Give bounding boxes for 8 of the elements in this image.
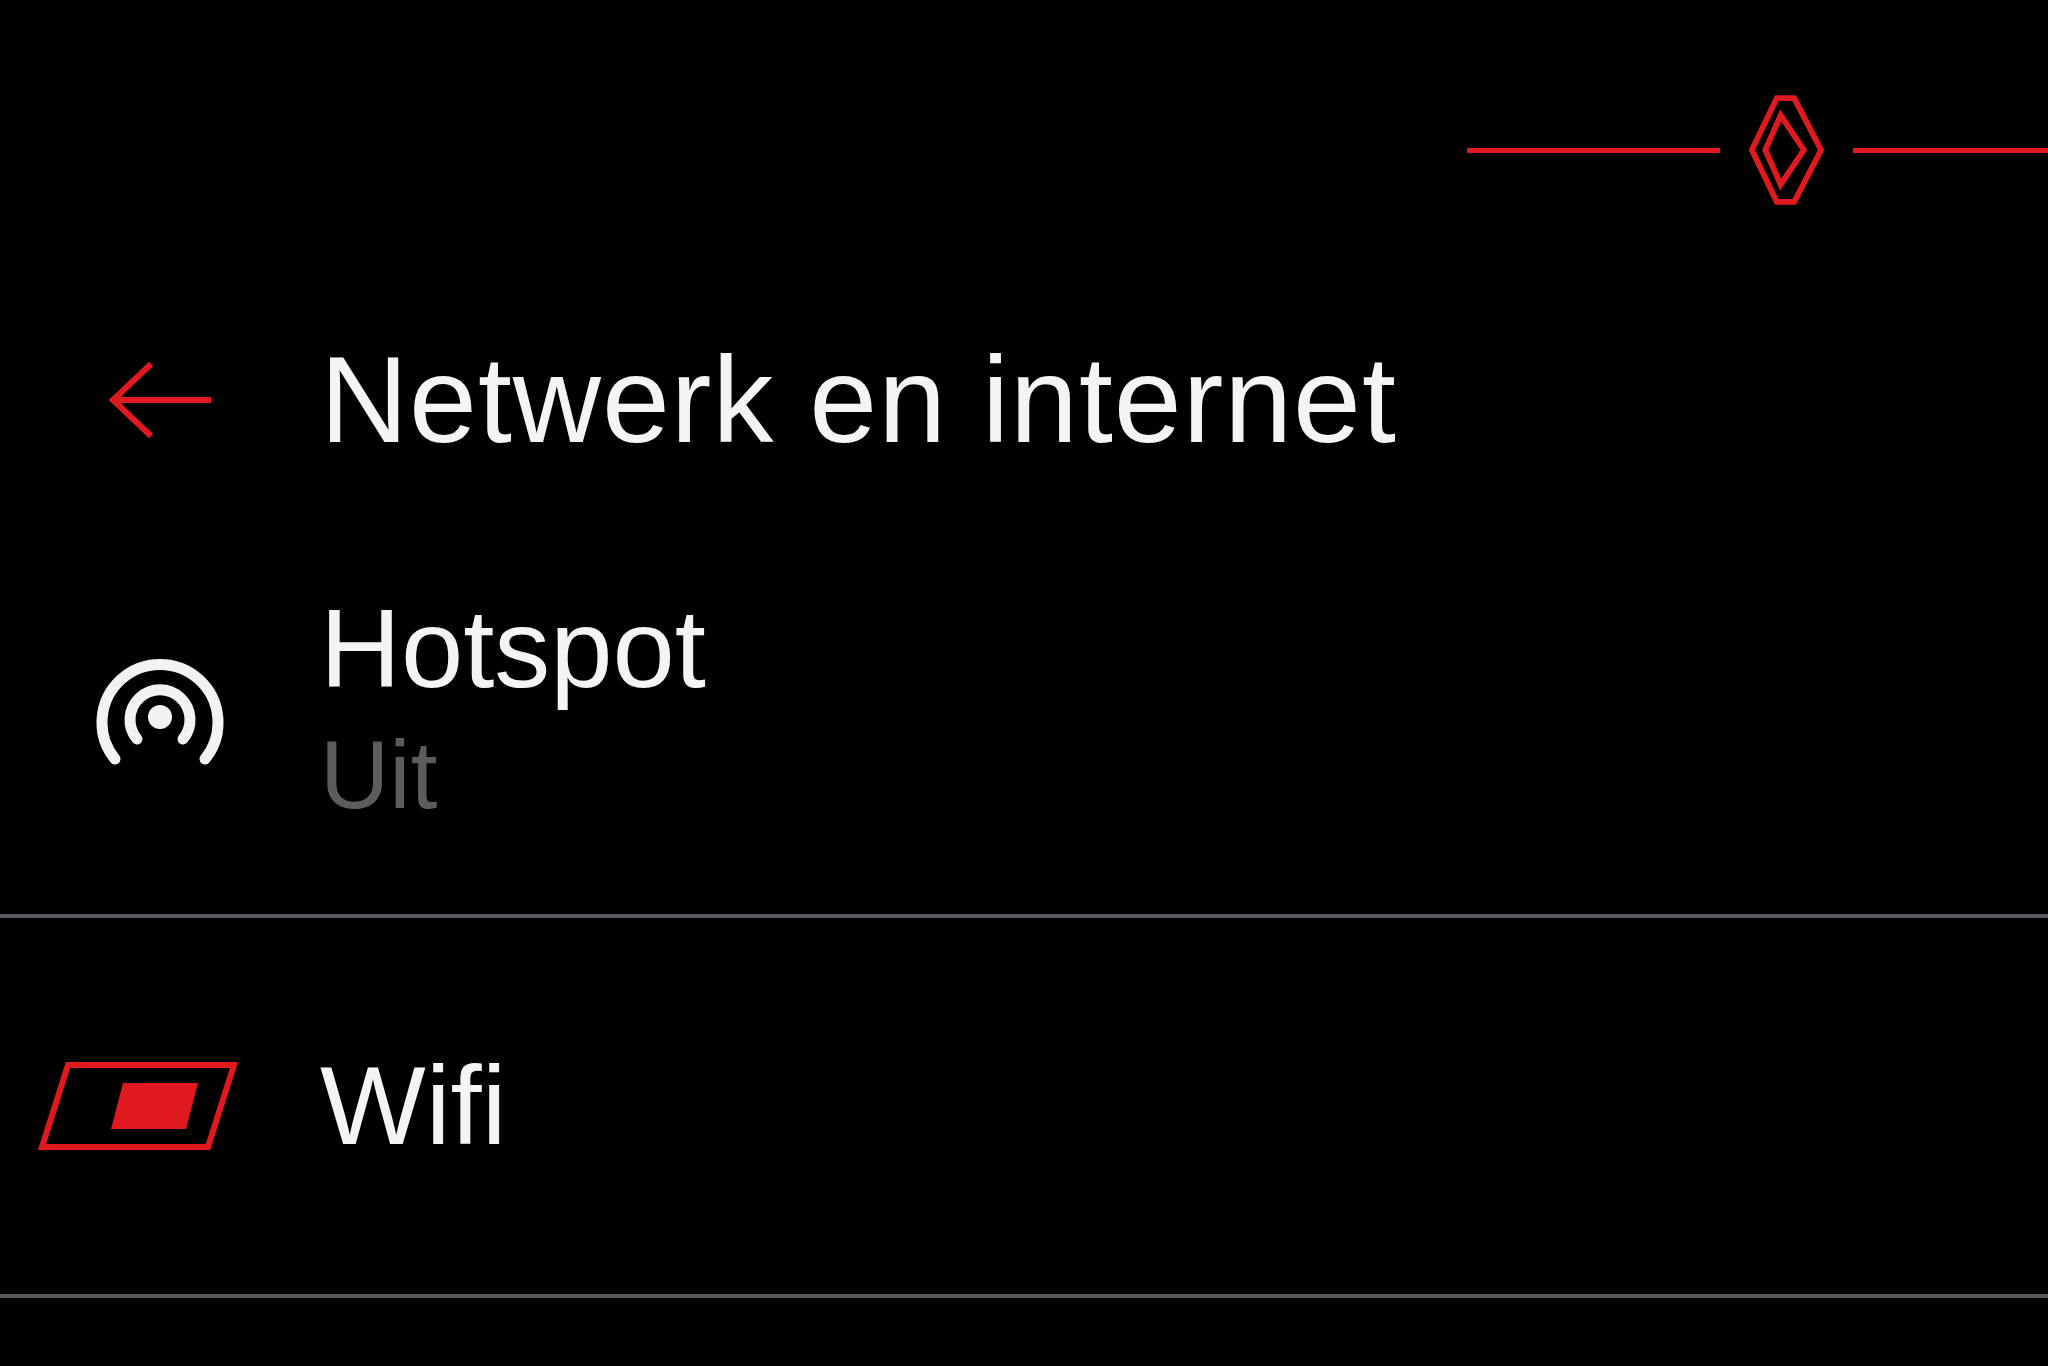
diamond-logo-icon xyxy=(1747,92,1825,208)
hotspot-row[interactable]: Hotspot Uit xyxy=(0,500,2048,918)
item-status: Uit xyxy=(320,719,439,830)
item-label: Hotspot xyxy=(320,585,706,714)
wifi-row[interactable]: Wifi xyxy=(0,918,2048,1298)
toggle-switch[interactable] xyxy=(38,1061,238,1151)
page-title: Netwerk en internet xyxy=(320,331,1397,470)
item-label: Wifi xyxy=(320,1041,507,1170)
